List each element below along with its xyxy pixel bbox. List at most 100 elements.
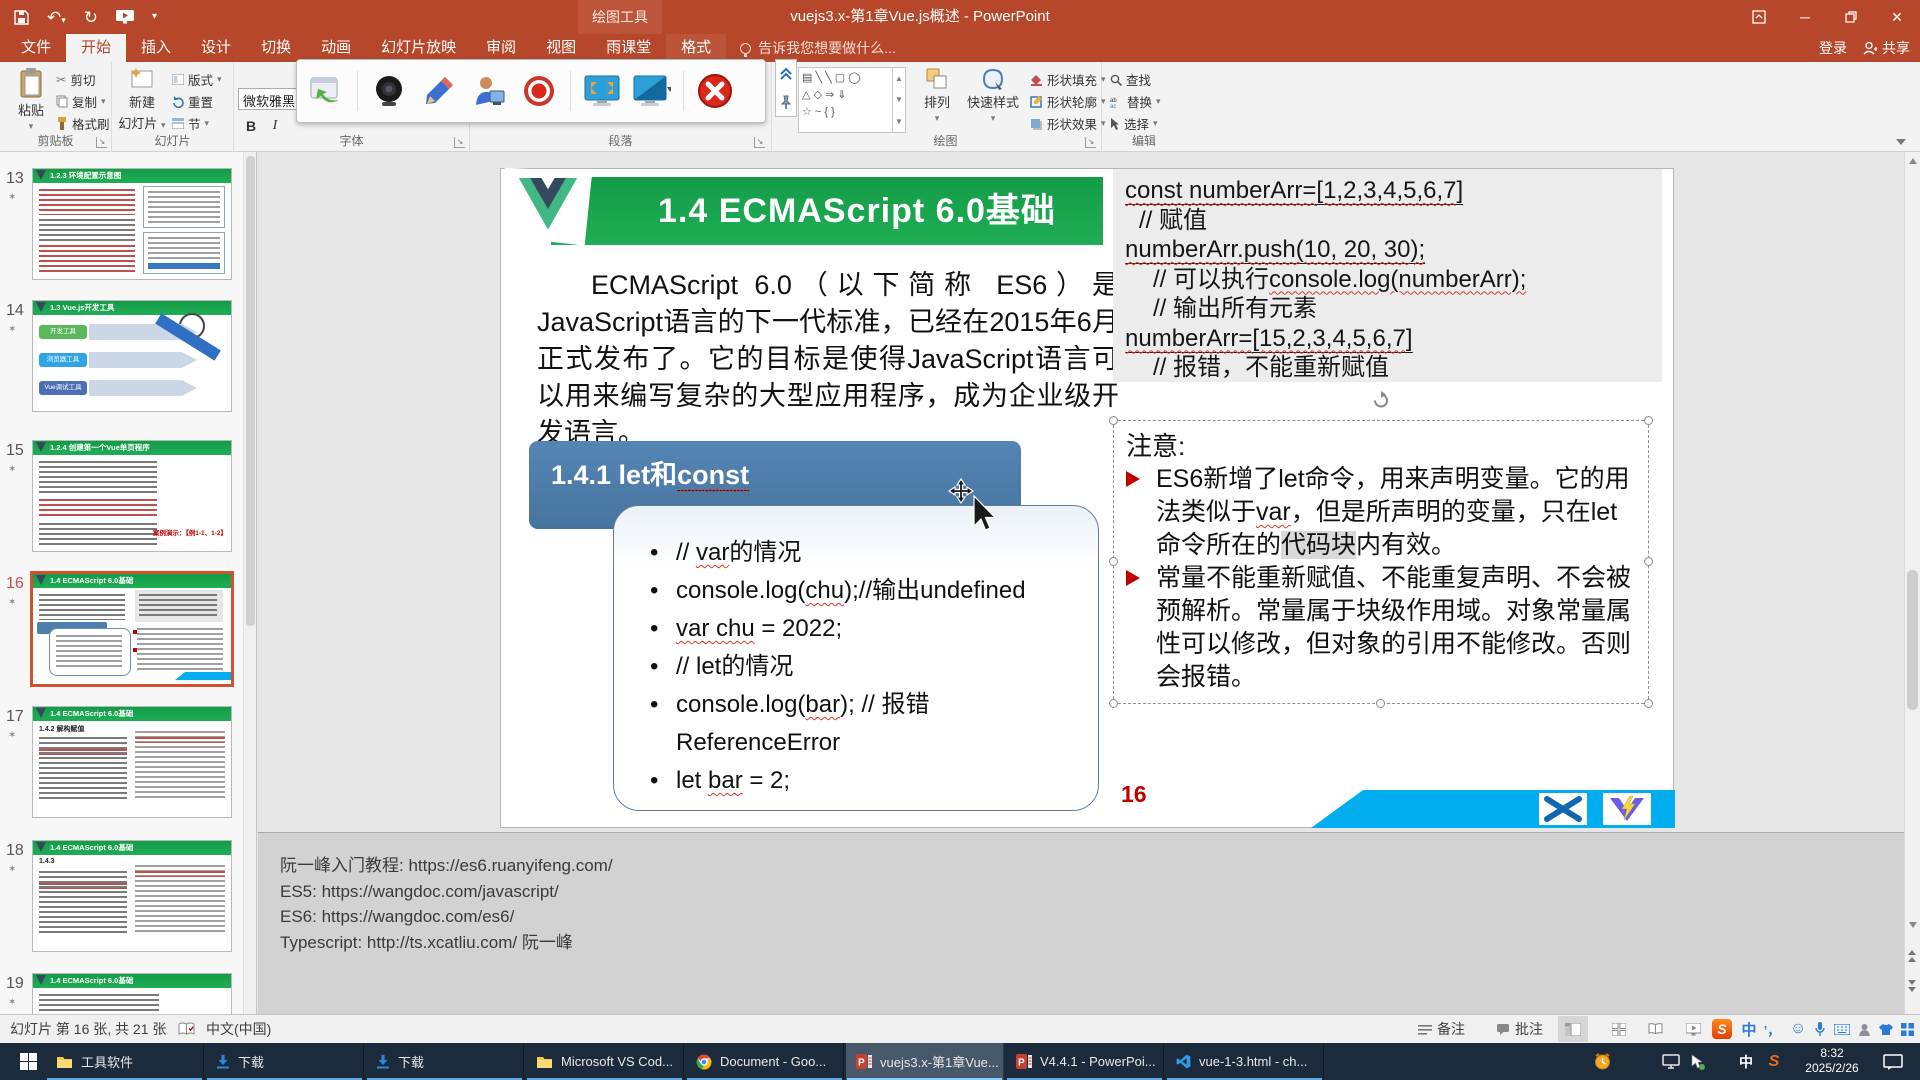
ime-chinese-mode-icon[interactable]: 中 (1739, 1019, 1759, 1039)
selection-handle[interactable] (1109, 416, 1118, 425)
drawing-dialog-launcher-icon[interactable]: ↘ (1085, 137, 1096, 148)
shape-outline-button[interactable]: 形状轮廓▾ (1030, 92, 1106, 111)
clock[interactable]: 8:32 2025/2/26 (1796, 1046, 1868, 1076)
taskbar-item-7[interactable]: PV4.4.1 - PowerPoi... (1006, 1043, 1164, 1080)
thumb-box[interactable]: 1.3 Vue.js开发工具开发工具浏览器工具Vue调试工具 (32, 300, 232, 412)
thumb-box[interactable]: 1.4 ECMAScript 6.0基础1.4.3 (32, 840, 232, 952)
layout-button[interactable]: 版式▾ (172, 70, 222, 89)
tray-ime-indicator[interactable]: 中 (1734, 1043, 1758, 1080)
comments-toggle[interactable]: 批注 (1496, 1015, 1543, 1043)
scroll-up-icon[interactable] (1909, 158, 1917, 164)
tab-雨课堂[interactable]: 雨课堂 (591, 34, 666, 62)
start-button[interactable] (10, 1043, 46, 1080)
slide-canvas[interactable]: 1.4 ECMAScript 6.0基础 ECMAScript 6.0（以下简称… (500, 168, 1674, 828)
slideshow-view-icon[interactable] (1678, 1016, 1708, 1042)
section-button[interactable]: 节▾ (172, 114, 209, 133)
shapes-gallery[interactable]: ▤ ╲ ╲ ▢ ◯△ ◇ ⇒ ⇓☆ ~ { } ▲▼▼ (798, 67, 906, 133)
tab-格式[interactable]: 格式 (666, 34, 726, 62)
vertical-scrollbar[interactable] (1904, 152, 1920, 1014)
taskbar-item-1[interactable]: 工具软件 (46, 1043, 204, 1080)
ime-toolbox-person-icon[interactable] (1854, 1019, 1874, 1039)
tray-display-icon[interactable] (1658, 1043, 1684, 1080)
paragraph-dialog-launcher-icon[interactable]: ↘ (754, 137, 765, 148)
tab-视图[interactable]: 视图 (531, 34, 591, 62)
clipboard-dialog-launcher-icon[interactable]: ↘ (96, 137, 107, 148)
pin-icon[interactable] (776, 88, 796, 116)
tab-切换[interactable]: 切换 (246, 34, 306, 62)
thumb-box[interactable]: 1.4 ECMAScript 6.0基础 (32, 973, 232, 1014)
tab-动画[interactable]: 动画 (306, 34, 366, 62)
gallery-scroll-icons[interactable]: ▲▼▼ (892, 68, 905, 132)
recorder-back-icon[interactable] (307, 72, 345, 110)
sogou-ime-icon[interactable]: S (1712, 1019, 1732, 1039)
expand-up-icon[interactable] (776, 60, 796, 88)
slide-title-banner[interactable]: 1.4 ECMAScript 6.0基础 (551, 177, 1103, 245)
code-panel[interactable]: const numberArr=[1,2,3,4,5,6,7]// 赋值numb… (1113, 169, 1662, 382)
ime-grid-icon[interactable] (1897, 1019, 1917, 1039)
scroll-down-icon[interactable] (1909, 922, 1917, 928)
close-button[interactable]: ✕ (1874, 0, 1920, 34)
format-painter-button[interactable]: 格式刷 (56, 114, 110, 133)
customize-qat-icon[interactable]: ▾ (152, 12, 157, 22)
thumb-box[interactable]: 1.4 ECMAScript 6.0基础1.4.2 解构赋值 (32, 706, 232, 818)
arrange-button[interactable]: 排列▾ (914, 68, 960, 124)
tell-me-box[interactable]: 告诉我您想要做什么... (740, 34, 896, 62)
thumbnail-scrollbar-thumb[interactable] (246, 156, 255, 626)
action-center-icon[interactable] (1878, 1043, 1908, 1080)
selection-handle[interactable] (1644, 699, 1653, 708)
next-slide-icon[interactable] (1908, 978, 1917, 992)
ime-punctuation-icon[interactable]: ’， (1762, 1019, 1782, 1039)
selection-handle[interactable] (1109, 557, 1118, 566)
tab-文件[interactable]: 文件 (6, 34, 66, 62)
slide-thumbnail-16[interactable]: 16 ✶ 1.4 ECMAScript 6.0基础 (0, 573, 257, 693)
notes-toggle[interactable]: 备注 (1418, 1015, 1465, 1043)
slide-thumbnail-13[interactable]: 13 ✶ 1.2.3 环境配置示意图 (0, 168, 257, 288)
copy-button[interactable]: 复制▾ (56, 92, 106, 111)
notice-textbox-selected[interactable]: 注意: ES6新增了let命令，用来声明变量。它的用法类似于var，但是所声明的… (1113, 420, 1649, 704)
quick-styles-button[interactable]: 快速样式▾ (962, 68, 1024, 124)
sign-in-link[interactable]: 登录 (1819, 38, 1847, 58)
tab-插入[interactable]: 插入 (126, 34, 186, 62)
reading-view-icon[interactable] (1640, 1016, 1670, 1042)
select-button[interactable]: 选择▾ (1110, 114, 1158, 133)
selection-handle[interactable] (1376, 699, 1385, 708)
tab-开始[interactable]: 开始 (66, 34, 126, 62)
selection-handle[interactable] (1644, 416, 1653, 425)
region-capture-icon[interactable] (633, 72, 671, 110)
language-indicator[interactable]: 中文(中国) (206, 1015, 271, 1043)
presenter-icon[interactable] (470, 72, 508, 110)
slide-thumbnail-17[interactable]: 17 ✶ 1.4 ECMAScript 6.0基础1.4.2 解构赋值 (0, 706, 257, 826)
thumb-box[interactable]: 1.2.3 环境配置示意图 (32, 168, 232, 280)
tab-设计[interactable]: 设计 (186, 34, 246, 62)
share-button[interactable]: 共享 (1863, 38, 1910, 58)
slide-sorter-view-icon[interactable] (1604, 1016, 1634, 1042)
taskbar-item-4[interactable]: Microsoft VS Cod... (526, 1043, 684, 1080)
tray-alarm-icon[interactable] (1589, 1043, 1615, 1080)
ime-mic-icon[interactable] (1810, 1019, 1830, 1039)
tab-幻灯片放映[interactable]: 幻灯片放映 (366, 34, 471, 62)
thumb-box[interactable]: 1.4 ECMAScript 6.0基础 (30, 571, 234, 687)
normal-view-icon[interactable] (1558, 1016, 1588, 1042)
code-callout-box[interactable]: •// var的情况•console.log(chu);//输出undefine… (613, 505, 1099, 811)
collapse-ribbon-icon[interactable] (1896, 139, 1906, 145)
tray-pointer-icon[interactable] (1684, 1043, 1710, 1080)
start-slideshow-icon[interactable] (116, 10, 134, 25)
webcam-icon[interactable] (370, 72, 408, 110)
paste-button[interactable]: 粘贴▾ (8, 68, 54, 132)
replace-button[interactable]: abac替换▾ (1110, 92, 1161, 111)
reset-button[interactable]: 重置 (172, 92, 213, 111)
thumb-box[interactable]: 1.2.4 创建第一个Vue单页程序 案例演示：【例1-1、1-2】 (32, 440, 232, 552)
font-dialog-launcher-icon[interactable]: ↘ (454, 137, 465, 148)
tab-审阅[interactable]: 审阅 (471, 34, 531, 62)
pencil-icon[interactable] (420, 72, 458, 110)
rotate-handle-icon[interactable] (1372, 391, 1391, 410)
shape-fill-button[interactable]: 形状填充▾ (1030, 70, 1106, 89)
ribbon-display-options-icon[interactable] (1736, 0, 1782, 34)
slide-thumbnail-18[interactable]: 18 ✶ 1.4 ECMAScript 6.0基础1.4.3 (0, 840, 257, 960)
cut-button[interactable]: ✂剪切 (56, 70, 96, 89)
selection-handle[interactable] (1109, 699, 1118, 708)
slide-thumbnail-14[interactable]: 14 ✶ 1.3 Vue.js开发工具开发工具浏览器工具Vue调试工具 (0, 300, 257, 420)
thumbnail-scrollbar[interactable] (243, 152, 256, 1014)
shape-effects-button[interactable]: 形状效果▾ (1030, 114, 1106, 133)
ime-emoji-icon[interactable]: ☺ (1788, 1019, 1808, 1039)
